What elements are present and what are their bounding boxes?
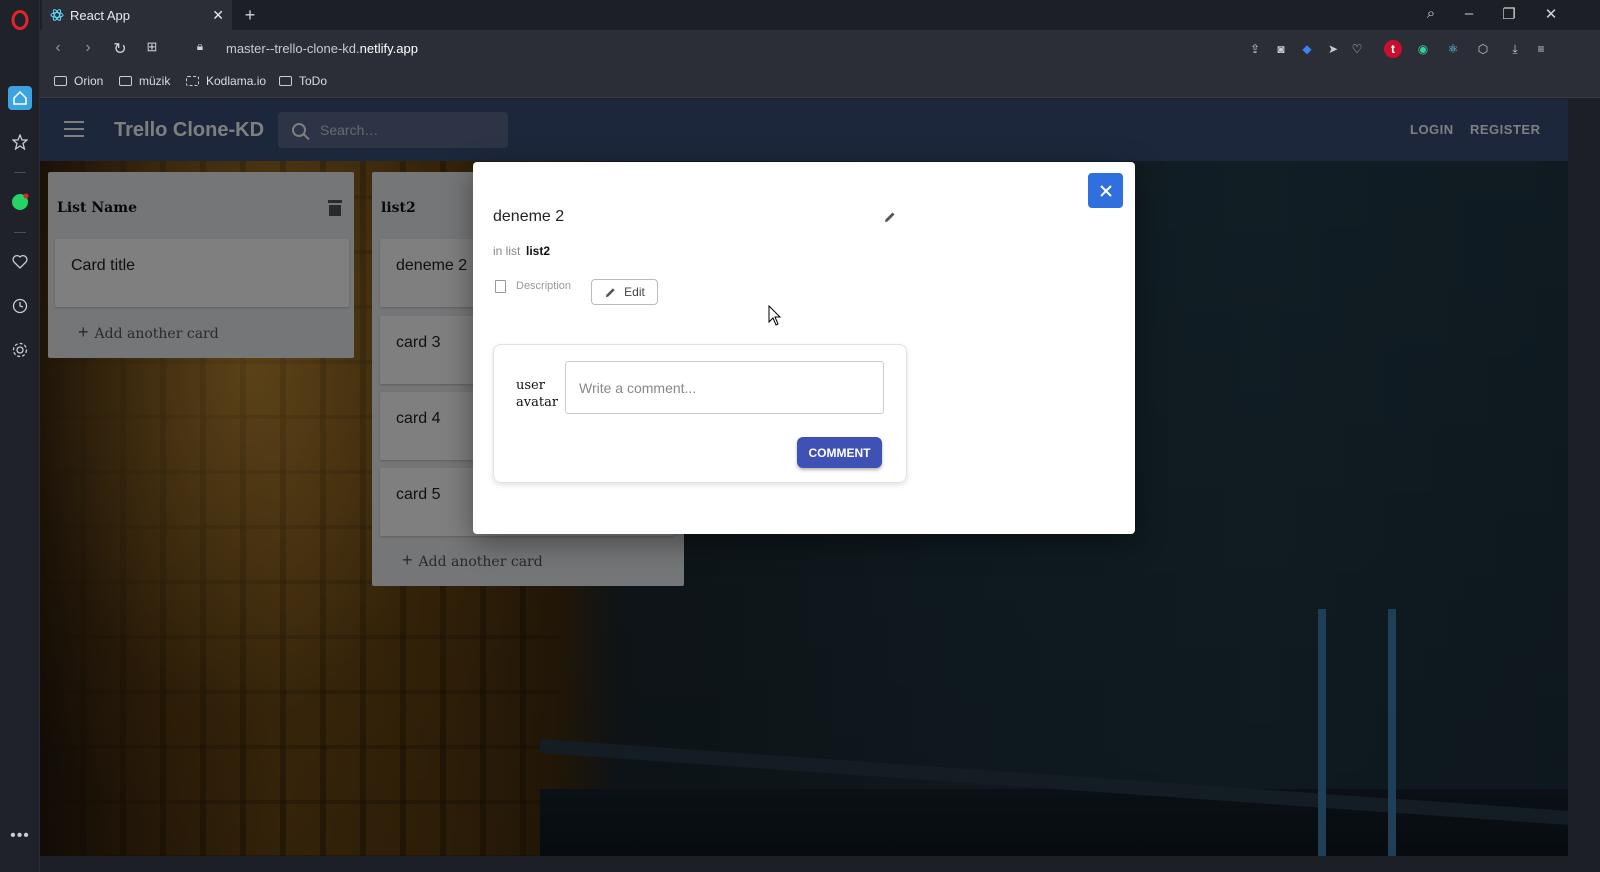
- folder-icon: [54, 76, 67, 86]
- camera-icon[interactable]: ◙: [1272, 40, 1290, 58]
- cube-icon[interactable]: ⬡: [1474, 40, 1492, 58]
- card-detail-modal: deneme 2 in list list2 Description Edit …: [473, 162, 1135, 534]
- url-domain: netlify.app: [359, 41, 418, 56]
- pencil-icon: [606, 287, 615, 297]
- react-devtools-icon[interactable]: ⚛: [1444, 40, 1462, 58]
- tab-bar: React App ✕ + ⌕ – ❐ ✕: [40, 0, 1600, 30]
- forward-icon[interactable]: ›: [78, 39, 98, 57]
- bookmark-muzik[interactable]: müzik: [119, 74, 170, 88]
- favorites-heart-icon[interactable]: ♡: [1348, 40, 1366, 58]
- settings-gear-icon[interactable]: [8, 338, 32, 362]
- extension-ring-icon[interactable]: ◉: [1414, 40, 1432, 58]
- tiles-icon[interactable]: ⊞: [142, 39, 162, 55]
- back-icon[interactable]: ‹: [48, 39, 68, 57]
- star-icon[interactable]: [8, 130, 32, 154]
- bookmark-label: müzik: [139, 74, 171, 88]
- more-icon[interactable]: •••: [8, 824, 32, 848]
- in-list-label: in list: [493, 244, 521, 258]
- tab-title: React App: [70, 7, 130, 23]
- bookmark-kodlama[interactable]: Kodlama.io: [186, 74, 266, 88]
- new-tab-button[interactable]: +: [240, 5, 260, 25]
- comment-section: user avatar COMMENT: [493, 344, 907, 483]
- download-icon[interactable]: ⤓: [1506, 40, 1524, 58]
- tab-react-app[interactable]: React App ✕: [42, 0, 232, 30]
- comment-button[interactable]: COMMENT: [797, 437, 882, 468]
- bookmark-label: Kodlama.io: [206, 74, 267, 88]
- bookmark-orion[interactable]: Orion: [54, 74, 103, 88]
- folder-icon: [279, 76, 292, 86]
- tab-close-icon[interactable]: ✕: [212, 7, 224, 24]
- edit-title-pencil-icon[interactable]: [883, 210, 897, 224]
- page-scrollbar[interactable]: [1568, 99, 1600, 872]
- kodlama-icon: [186, 76, 199, 86]
- heart-icon[interactable]: [8, 250, 32, 274]
- card-title-heading[interactable]: deneme 2: [493, 208, 564, 226]
- description-label: Description: [516, 280, 572, 292]
- whatsapp-icon[interactable]: [8, 190, 32, 214]
- react-favicon-icon: [50, 9, 64, 21]
- close-icon: [1099, 184, 1112, 197]
- minimize-icon[interactable]: –: [1458, 5, 1480, 22]
- edit-label: Edit: [624, 285, 645, 299]
- edit-description-button[interactable]: Edit: [591, 279, 658, 305]
- bookmarks-bar: Orion müzik Kodlama.io ToDo: [40, 68, 1600, 98]
- window-close-icon[interactable]: ✕: [1540, 5, 1562, 23]
- send-icon[interactable]: ➤: [1324, 40, 1342, 58]
- sidebar-divider: [14, 232, 26, 233]
- restore-icon[interactable]: ❐: [1498, 5, 1520, 23]
- user-avatar: user avatar: [516, 378, 559, 410]
- sidebar-divider: [14, 172, 26, 173]
- extension-t-icon[interactable]: t: [1384, 40, 1402, 58]
- lock-icon: 🔒︎: [196, 39, 204, 53]
- comment-input[interactable]: [565, 361, 884, 414]
- url-field[interactable]: master--trello-clone-kd.netlify.app: [226, 41, 418, 56]
- address-bar: ‹ › ↻ ⊞ 🔒︎ master--trello-clone-kd.netli…: [40, 30, 1600, 68]
- url-prefix: master--trello-clone-kd.: [226, 41, 360, 56]
- share-icon[interactable]: ⇪: [1246, 40, 1264, 58]
- history-icon[interactable]: [8, 294, 32, 318]
- home-icon[interactable]: [8, 86, 32, 110]
- bookmark-todo[interactable]: ToDo: [279, 74, 327, 88]
- bookmark-label: ToDo: [299, 74, 328, 88]
- search-tabs-icon[interactable]: ⌕: [1420, 5, 1442, 22]
- shield-icon[interactable]: ◆: [1298, 40, 1316, 58]
- bookmark-label: Orion: [74, 74, 104, 88]
- mouse-cursor-icon: [768, 304, 782, 332]
- easy-setup-icon[interactable]: ≡: [1532, 40, 1550, 58]
- close-modal-button[interactable]: [1088, 173, 1123, 208]
- description-icon: [495, 280, 506, 293]
- list-name: list2: [526, 244, 551, 258]
- browser-sidebar: •••: [0, 0, 40, 872]
- opera-logo-icon[interactable]: [8, 8, 32, 32]
- reload-icon[interactable]: ↻: [110, 39, 130, 59]
- folder-icon: [119, 76, 132, 86]
